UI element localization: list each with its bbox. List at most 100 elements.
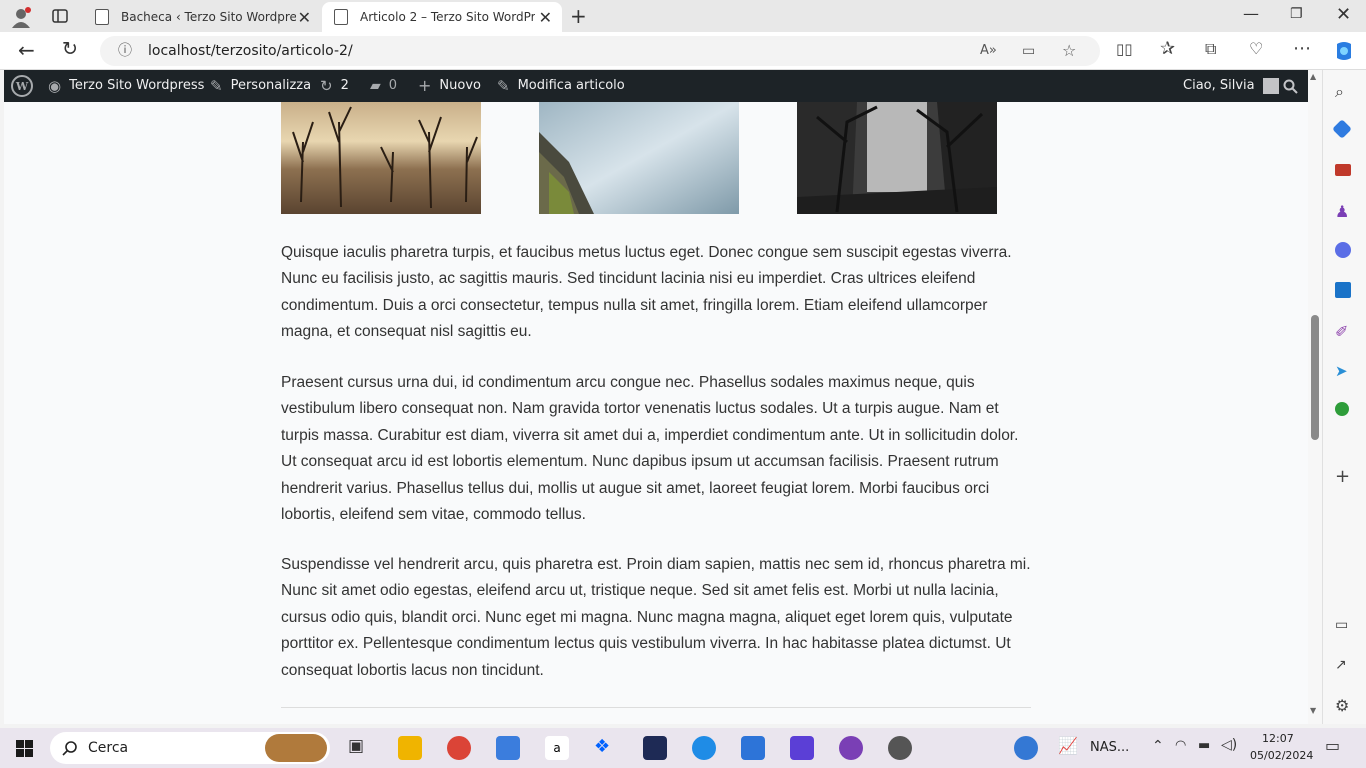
tab-title: Articolo 2 – Terzo Sito WordPress [360, 10, 535, 24]
collections-icon[interactable]: ⧉ [1205, 39, 1216, 59]
dropbox-icon[interactable]: ❖ [594, 736, 618, 760]
taskbar-search[interactable]: Cerca [50, 732, 330, 764]
stocks-icon[interactable]: 📈 [1058, 736, 1082, 760]
wp-updates[interactable]: ↻ 2 [320, 70, 349, 102]
new-tab-button[interactable]: + [570, 4, 587, 28]
powershell-icon[interactable] [643, 736, 667, 760]
customize-label: Personalizza [230, 78, 312, 93]
avatar [1262, 78, 1279, 94]
wp-new[interactable]: + Nuovo [418, 70, 481, 102]
comments-count: 0 [388, 78, 398, 93]
tab-bacheca[interactable]: Bacheca ‹ Terzo Sito Wordpress — WordPre… [83, 2, 321, 32]
scrollbar-thumb[interactable] [1311, 315, 1319, 440]
browser-essentials-icon[interactable]: ♡ [1249, 39, 1263, 58]
shopping-icon[interactable] [1332, 119, 1352, 139]
wp-search[interactable] [1283, 70, 1298, 102]
address-bar-row: ← ↻ ⓘ localhost/terzosito/articolo-2/ A»… [0, 32, 1366, 70]
designer-icon[interactable]: ✐ [1335, 322, 1355, 342]
close-icon[interactable]: ✕ [539, 8, 552, 27]
scroll-down-icon[interactable]: ▼ [1310, 706, 1316, 715]
minimize-button[interactable]: — [1243, 4, 1259, 23]
wp-customize[interactable]: ✎ Personalizza [210, 70, 311, 102]
github-desktop-icon[interactable] [839, 736, 863, 760]
url-text: localhost/terzosito/articolo-2/ [148, 43, 353, 59]
split-screen-icon[interactable]: ▯▯ [1116, 40, 1133, 58]
edge-sidebar: ⌕ ♟ ✐ ➤ + ▭ ↗ ⚙ [1322, 70, 1366, 724]
battery-icon[interactable]: ▬ [1198, 738, 1210, 753]
favorites-icon[interactable]: ✰ [1160, 38, 1175, 59]
dashboard-icon: ◉ [48, 77, 62, 95]
tab-actions-icon[interactable] [52, 8, 68, 24]
search-icon [62, 741, 77, 756]
url-field[interactable]: ⓘ localhost/terzosito/articolo-2/ A» ▭ ☆ [100, 36, 1100, 66]
favorite-star-icon[interactable]: ☆ [1062, 36, 1076, 66]
tree-icon[interactable] [1335, 402, 1349, 416]
scroll-up-icon[interactable]: ▲ [1310, 72, 1316, 81]
window-close-button[interactable]: ✕ [1336, 4, 1351, 25]
article-paragraph: Quisque iaculis pharetra turpis, et fauc… [281, 244, 1012, 341]
search-label: Cerca [88, 740, 129, 756]
edge-icon[interactable] [692, 736, 716, 760]
help-icon[interactable] [1014, 736, 1038, 760]
send-icon[interactable]: ➤ [1335, 362, 1355, 382]
maximize-button[interactable]: ❐ [1290, 6, 1303, 22]
wp-logo[interactable]: W [11, 70, 33, 102]
wp-comments[interactable]: ▰ 0 [370, 70, 397, 102]
back-button[interactable]: ← [18, 38, 35, 62]
windows-start-icon[interactable] [16, 740, 33, 757]
gallery-image-river[interactable] [539, 102, 739, 214]
info-icon[interactable]: ⓘ [118, 36, 132, 66]
app-available-icon[interactable]: ▭ [1022, 36, 1035, 66]
greeting-label: Ciao, Silvia [1183, 78, 1255, 93]
vertical-scrollbar[interactable]: ▲ ▼ [1308, 70, 1322, 724]
mail-icon[interactable] [741, 736, 765, 760]
microsoft365-icon[interactable] [1335, 242, 1351, 258]
clock-date[interactable]: 05/02/2024 [1250, 749, 1313, 762]
wp-edit-post[interactable]: ✎ Modifica articolo [497, 70, 625, 102]
copilot-icon[interactable] [1333, 40, 1355, 62]
games-icon[interactable]: ♟ [1335, 202, 1355, 222]
article-paragraph: Suspendisse vel hendrerit arcu, quis pha… [281, 556, 1031, 679]
amazon-icon[interactable]: a [545, 736, 569, 760]
refresh-button[interactable]: ↻ [62, 38, 78, 60]
brush-icon: ✎ [210, 77, 223, 95]
search-icon [1283, 79, 1298, 94]
webex-icon[interactable] [790, 736, 814, 760]
close-icon[interactable]: ✕ [298, 8, 311, 27]
wp-my-account[interactable]: Ciao, Silvia [1183, 70, 1279, 102]
read-aloud-icon[interactable]: A» [980, 36, 997, 66]
github-icon[interactable] [888, 736, 912, 760]
plus-icon: + [418, 76, 432, 95]
tab-articolo-2[interactable]: Articolo 2 – Terzo Sito WordPress ✕ [322, 2, 562, 32]
svg-text:W: W [15, 80, 29, 93]
sidebar-toggle-icon[interactable]: ▭ [1335, 617, 1355, 637]
clock-time[interactable]: 12:07 [1262, 732, 1294, 745]
file-explorer-icon[interactable] [398, 736, 422, 760]
site-name-label: Terzo Sito Wordpress [69, 78, 205, 93]
search-icon[interactable]: ⌕ [1335, 82, 1355, 102]
add-icon[interactable]: + [1335, 466, 1355, 487]
outlook-icon[interactable] [1335, 282, 1351, 298]
search-highlight-icon [265, 734, 327, 762]
wifi-icon[interactable]: ◠ [1175, 738, 1186, 753]
wp-admin-bar: W ◉ Terzo Sito Wordpress ✎ Personalizza … [4, 70, 1308, 102]
nas-label[interactable]: NAS... [1090, 740, 1129, 755]
settings-menu-icon[interactable]: ⋯ [1293, 38, 1311, 59]
profile-icon[interactable] [10, 6, 32, 28]
wordpress-icon: W [11, 75, 33, 97]
chevron-up-icon[interactable]: ⌃ [1152, 738, 1164, 754]
task-view-icon[interactable]: ▣ [348, 736, 372, 760]
tab-strip: Bacheca ‹ Terzo Sito Wordpress — WordPre… [0, 0, 1366, 32]
store-icon[interactable] [496, 736, 520, 760]
page-icon [95, 9, 109, 25]
gallery-image-forest[interactable] [797, 102, 997, 214]
updates-icon: ↻ [320, 77, 333, 95]
chrome-icon[interactable] [447, 736, 471, 760]
external-link-icon[interactable]: ↗ [1335, 657, 1355, 677]
tools-icon[interactable] [1335, 164, 1351, 176]
notifications-icon[interactable]: ▭ [1325, 736, 1340, 755]
wp-site-name[interactable]: ◉ Terzo Sito Wordpress [48, 70, 204, 102]
volume-icon[interactable]: ◁) [1221, 737, 1237, 753]
gear-icon[interactable]: ⚙ [1335, 696, 1355, 716]
gallery-image-dead-trees[interactable] [281, 102, 481, 214]
